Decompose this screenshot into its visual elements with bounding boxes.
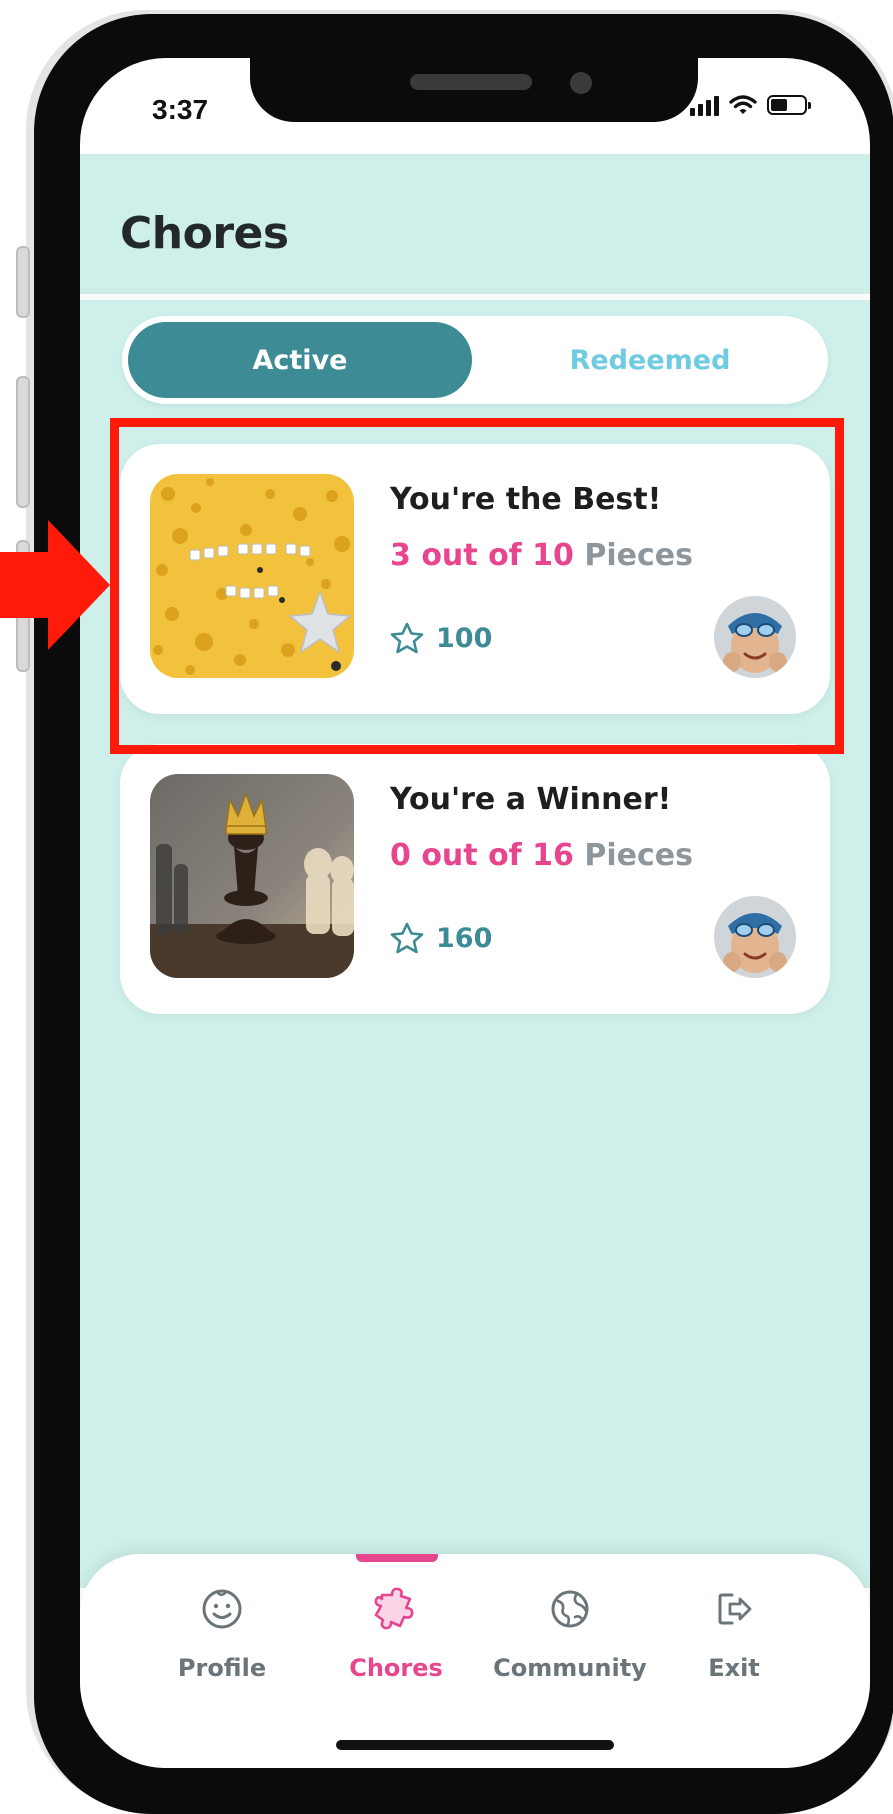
- chore-title: You're a Winner!: [390, 782, 672, 817]
- chore-status-segmented-control: Active Redeemed: [122, 316, 828, 404]
- tab-exit[interactable]: Exit: [654, 1584, 814, 1704]
- globe-icon: [545, 1584, 595, 1634]
- child-avatar[interactable]: [714, 896, 796, 978]
- phone-notch: [250, 58, 698, 122]
- bottom-tab-bar: Profile Chores Community Exit: [80, 1554, 870, 1768]
- annotation-highlight-box: [110, 418, 844, 754]
- tab-profile[interactable]: Profile: [142, 1584, 302, 1704]
- signal-icon: [690, 94, 719, 116]
- tab-chores[interactable]: Chores: [316, 1584, 476, 1704]
- page-title: Chores: [120, 208, 289, 259]
- progress-unit: Pieces: [584, 838, 693, 873]
- tab-label: Community: [493, 1654, 647, 1682]
- content-area-lower: [80, 1288, 870, 1588]
- status-time: 3:37: [152, 94, 209, 125]
- chore-progress: 0 out of 16 Pieces: [390, 838, 693, 873]
- tab-label: Exit: [708, 1654, 760, 1682]
- logout-icon: [709, 1584, 759, 1634]
- tab-label: Chores: [349, 1654, 443, 1682]
- home-indicator: [336, 1740, 614, 1750]
- annotation-arrow-icon: [0, 520, 110, 650]
- chore-points: 160: [390, 922, 492, 954]
- tab-redeemed[interactable]: Redeemed: [478, 322, 822, 398]
- active-tab-indicator: [356, 1554, 438, 1562]
- points-value: 160: [436, 922, 493, 954]
- smiley-icon: [197, 1584, 247, 1634]
- tab-label: Profile: [177, 1654, 267, 1682]
- front-camera: [570, 72, 592, 94]
- chore-card[interactable]: You're a Winner! 0 out of 16 Pieces 160: [120, 744, 830, 1014]
- status-icons: [690, 94, 811, 116]
- chess-king-image: [150, 774, 354, 978]
- tab-active[interactable]: Active: [128, 322, 472, 398]
- app-screen: 3:37 Chores Active Redeemed You're the B…: [80, 58, 870, 1768]
- wifi-icon: [729, 95, 757, 114]
- puzzle-icon: [371, 1584, 421, 1634]
- speaker-grille: [410, 74, 532, 90]
- phone-mute-switch: [16, 246, 30, 318]
- progress-count: 0 out of 16: [390, 838, 574, 873]
- battery-icon: [767, 95, 811, 115]
- tab-community[interactable]: Community: [490, 1584, 650, 1704]
- phone-volume-up-button: [16, 376, 30, 508]
- star-icon: [390, 922, 424, 954]
